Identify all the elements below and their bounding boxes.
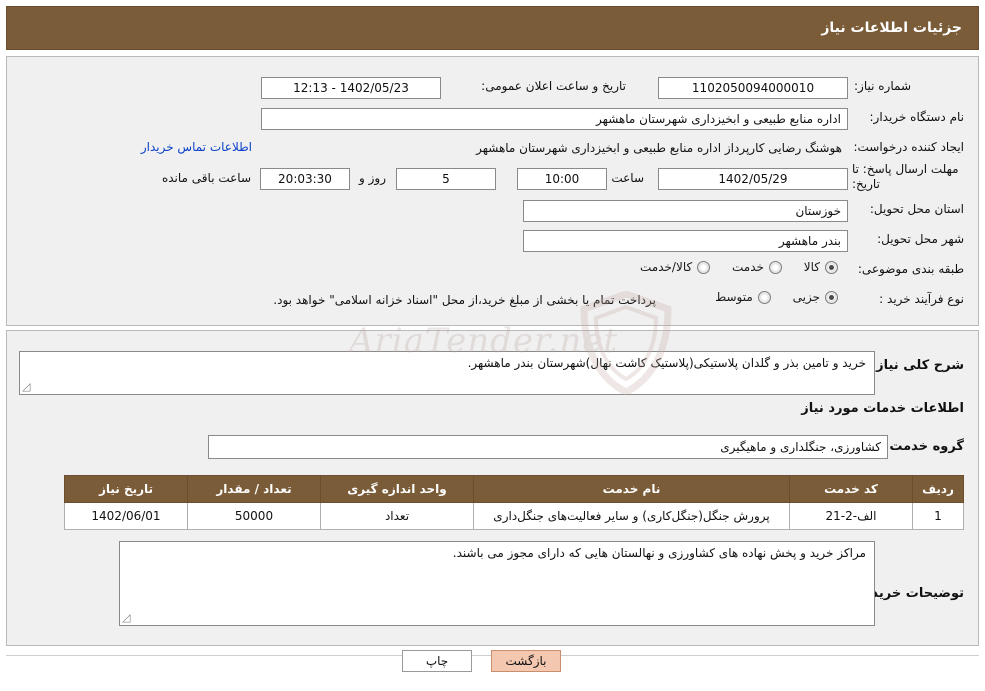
cell-date: 1402/06/01 bbox=[64, 502, 188, 530]
service-group-label: گروه خدمت: bbox=[884, 439, 964, 454]
category-option-label: کالا/خدمت bbox=[640, 260, 693, 274]
category-radio-group[interactable]: کالا خدمت کالا/خدمت bbox=[622, 260, 838, 277]
table-header-row: ردیف کد خدمت نام خدمت واحد اندازه گیری ت… bbox=[64, 475, 964, 503]
resize-grip-icon[interactable]: ◺ bbox=[122, 611, 134, 624]
category-option-label: کالا bbox=[803, 260, 820, 274]
need-number-row: شماره نیاز: bbox=[854, 79, 964, 93]
requester-label: ایجاد کننده درخواست: bbox=[853, 140, 964, 154]
print-button[interactable]: چاپ bbox=[402, 650, 472, 672]
radio-icon[interactable] bbox=[768, 260, 782, 274]
city-label-row: شهر محل تحویل: bbox=[877, 232, 964, 246]
col-code: کد خدمت bbox=[789, 475, 913, 503]
deadline-time-value: 10:00 bbox=[517, 168, 607, 190]
remaining-suffix-label: ساعت باقی مانده bbox=[161, 171, 251, 185]
category-label: طبقه بندی موضوعی: bbox=[857, 262, 964, 276]
cell-qty: 50000 bbox=[187, 502, 321, 530]
radio-icon[interactable] bbox=[697, 260, 711, 274]
services-info-title: اطلاعات خدمات مورد نیاز bbox=[801, 401, 964, 416]
buyer-org-label: نام دستگاه خریدار: bbox=[869, 110, 965, 124]
cell-name: پرورش جنگل(جنگل‌کاری) و سایر فعالیت‌های … bbox=[473, 502, 790, 530]
process-radio-group[interactable]: جزیی متوسط bbox=[697, 290, 838, 307]
announce-datetime-value: 1402/05/23 - 12:13 bbox=[261, 77, 441, 99]
deadline-label-row: مهلت ارسال پاسخ: تا تاریخ: bbox=[852, 162, 964, 192]
category-option-khedmat[interactable]: خدمت bbox=[732, 260, 782, 274]
process-label-row: نوع فرآیند خرید : bbox=[879, 292, 964, 306]
process-option-jozi[interactable]: جزیی bbox=[793, 290, 838, 304]
col-qty: تعداد / مقدار bbox=[187, 475, 321, 503]
requester-label-row: ایجاد کننده درخواست: bbox=[853, 140, 964, 154]
radio-icon[interactable] bbox=[825, 290, 838, 304]
col-name: نام خدمت bbox=[473, 475, 790, 503]
need-info-panel: شماره نیاز: 1102050094000010 تاریخ و ساع… bbox=[6, 56, 979, 395]
radio-icon[interactable] bbox=[825, 260, 838, 274]
page-title: جزئیات اطلاعات نیاز bbox=[821, 20, 962, 36]
need-details-panel: شرح کلی نیاز: خرید و تامین بذر و گلدان پ… bbox=[6, 330, 979, 646]
cell-row: 1 bbox=[912, 502, 964, 530]
province-value: خوزستان bbox=[523, 200, 848, 222]
province-label: استان محل تحویل: bbox=[869, 202, 964, 216]
buyer-org-value: اداره منابع طبیعی و ابخیزداری شهرستان ما… bbox=[261, 108, 848, 130]
deadline-date-value: 1402/05/29 bbox=[658, 168, 848, 190]
days-word-label: روز و bbox=[359, 171, 386, 185]
days-remaining-value: 5 bbox=[396, 168, 496, 190]
page-header: جزئیات اطلاعات نیاز bbox=[6, 6, 979, 50]
buyer-contact-link[interactable]: اطلاعات تماس خریدار bbox=[141, 140, 252, 154]
city-label: شهر محل تحویل: bbox=[877, 232, 964, 246]
announce-datetime-label: تاریخ و ساعت اعلان عمومی: bbox=[481, 79, 626, 93]
general-desc-value: خرید و تامین بذر و گلدان پلاستیکی(پلاستی… bbox=[19, 351, 875, 395]
general-desc-text: خرید و تامین بذر و گلدان پلاستیکی(پلاستی… bbox=[467, 356, 866, 370]
deadline-label: مهلت ارسال پاسخ: تا تاریخ: bbox=[852, 162, 959, 191]
requester-value: هوشنگ رضایی کارپرداز اداره منابع طبیعی و… bbox=[476, 141, 842, 155]
process-note: پرداخت تمام یا بخشی از مبلغ خرید،از محل … bbox=[273, 293, 656, 307]
category-option-label: خدمت bbox=[732, 260, 764, 274]
resize-grip-icon[interactable]: ◺ bbox=[22, 380, 34, 393]
buyer-org-label-row: نام دستگاه خریدار: bbox=[870, 110, 965, 124]
table-row: 1 الف-2-21 پرورش جنگل(جنگل‌کاری) و سایر … bbox=[64, 502, 964, 530]
process-option-label: متوسط bbox=[715, 290, 753, 304]
process-label: نوع فرآیند خرید : bbox=[879, 292, 964, 306]
category-option-kala[interactable]: کالا bbox=[804, 260, 838, 274]
need-number-label: شماره نیاز: bbox=[854, 79, 911, 93]
process-option-label: جزیی bbox=[792, 290, 820, 304]
buyer-notes-text: مراکز خرید و پخش نهاده های کشاورزی و نها… bbox=[452, 546, 866, 560]
back-button[interactable]: بازگشت bbox=[491, 650, 561, 672]
province-label-row: استان محل تحویل: bbox=[870, 202, 964, 216]
process-option-motevaset[interactable]: متوسط bbox=[715, 290, 771, 304]
service-group-value: کشاورزی، جنگلداری و ماهیگیری bbox=[208, 435, 888, 459]
category-label-row: طبقه بندی موضوعی: bbox=[858, 262, 964, 276]
city-value: بندر ماهشهر bbox=[523, 230, 848, 252]
need-number-value: 1102050094000010 bbox=[658, 77, 848, 99]
hour-label: ساعت bbox=[611, 171, 644, 185]
time-remaining-value: 20:03:30 bbox=[260, 168, 350, 190]
services-table: ردیف کد خدمت نام خدمت واحد اندازه گیری ت… bbox=[64, 475, 964, 530]
cell-code: الف-2-21 bbox=[789, 502, 913, 530]
announce-datetime-label-row: تاریخ و ساعت اعلان عمومی: bbox=[481, 79, 626, 93]
general-desc-label: شرح کلی نیاز: bbox=[870, 358, 964, 373]
radio-icon[interactable] bbox=[757, 290, 771, 304]
col-date: تاریخ نیاز bbox=[64, 475, 188, 503]
col-row: ردیف bbox=[912, 475, 964, 503]
col-unit: واحد اندازه گیری bbox=[320, 475, 474, 503]
buyer-notes-value: مراکز خرید و پخش نهاده های کشاورزی و نها… bbox=[119, 541, 875, 626]
category-option-kala-khedmat[interactable]: کالا/خدمت bbox=[640, 260, 711, 274]
cell-unit: تعداد bbox=[320, 502, 474, 530]
page-root: جزئیات اطلاعات نیاز شماره نیاز: 11020500… bbox=[0, 0, 985, 691]
